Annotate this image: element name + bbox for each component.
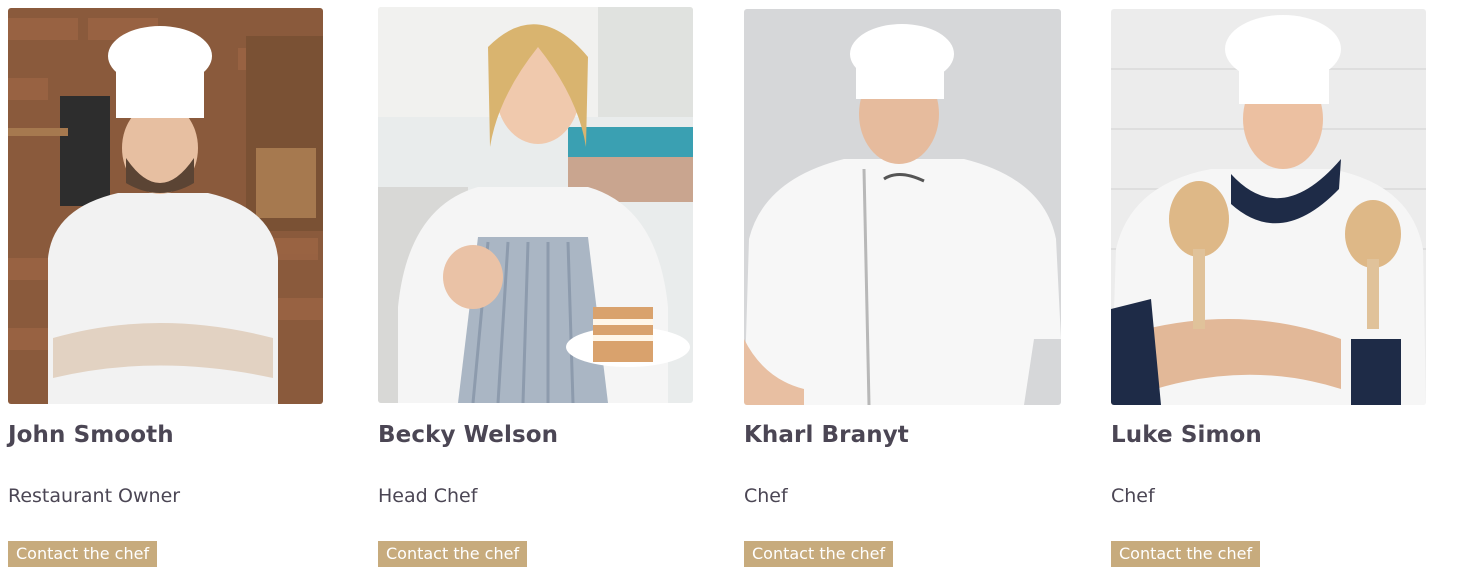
chef-name: Becky Welson xyxy=(378,422,559,448)
chef-portrait-image xyxy=(8,8,323,404)
chef-role: Restaurant Owner xyxy=(8,485,181,507)
chef-portrait-image xyxy=(1111,9,1426,405)
chef-name: Luke Simon xyxy=(1111,422,1262,448)
chef-photo xyxy=(744,9,1061,405)
chef-role: Head Chef xyxy=(378,485,478,507)
chef-name: John Smooth xyxy=(8,422,174,448)
contact-chef-button[interactable]: Contact the chef xyxy=(744,541,894,567)
team-card: Kharl Branyt Chef Contact the chef xyxy=(744,0,1064,574)
team-card: Becky Welson Head Chef Contact the chef xyxy=(378,0,698,574)
chef-portrait-image xyxy=(378,7,693,403)
team-card: Luke Simon Chef Contact the chef xyxy=(1111,0,1431,574)
contact-chef-button[interactable]: Contact the chef xyxy=(378,541,528,567)
chef-photo xyxy=(8,8,323,404)
team-grid: John Smooth Restaurant Owner Contact the… xyxy=(0,0,1463,574)
chef-photo xyxy=(1111,9,1426,405)
chef-name: Kharl Branyt xyxy=(744,422,909,448)
chef-role: Chef xyxy=(1111,485,1155,507)
team-card: John Smooth Restaurant Owner Contact the… xyxy=(8,0,328,574)
chef-photo xyxy=(378,7,693,403)
contact-chef-button[interactable]: Contact the chef xyxy=(8,541,158,567)
contact-chef-button[interactable]: Contact the chef xyxy=(1111,541,1261,567)
chef-role: Chef xyxy=(744,485,788,507)
chef-portrait-image xyxy=(744,9,1061,405)
